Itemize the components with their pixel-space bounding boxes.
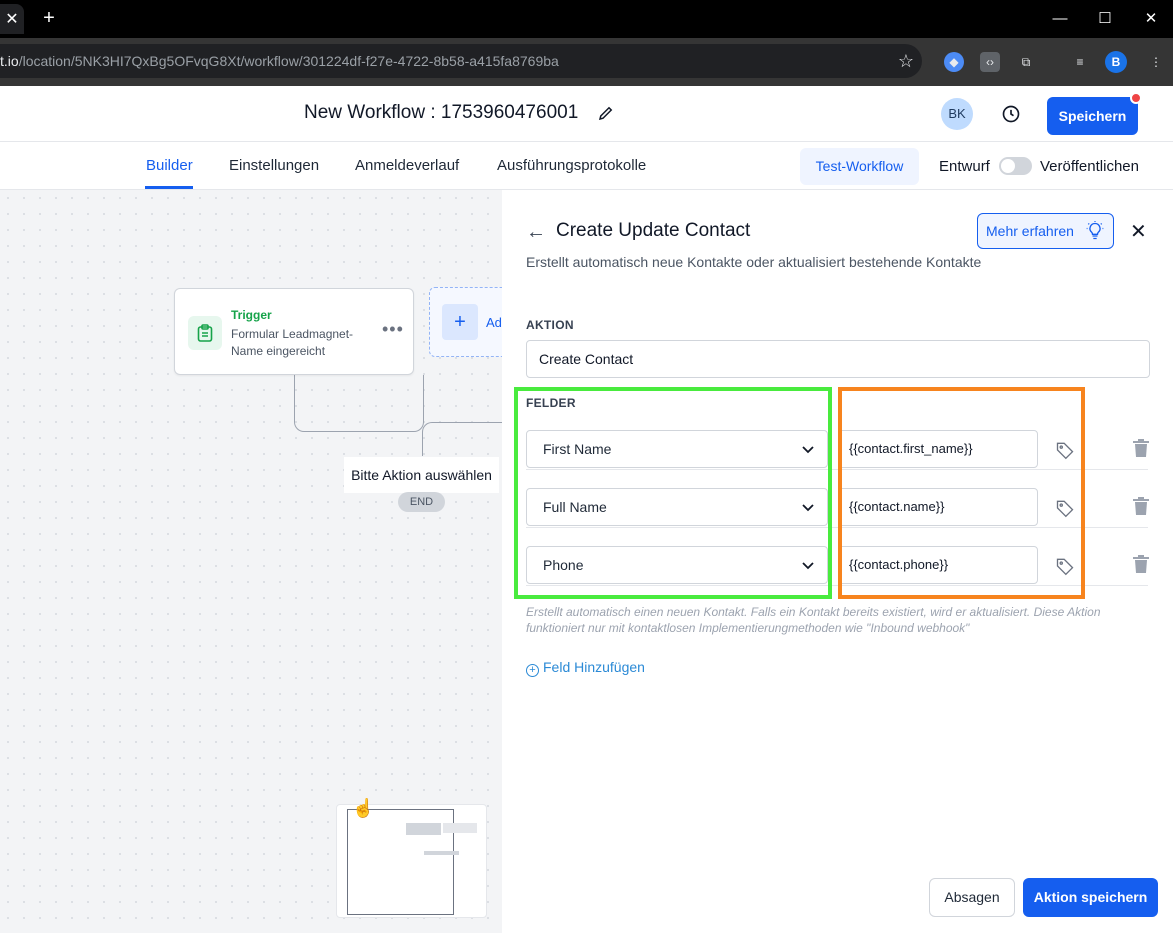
add-trigger-label: Ad bbox=[486, 315, 502, 330]
app-header: New Workflow : 1753960476001 BK Speicher… bbox=[0, 86, 1173, 142]
code-extension-icon[interactable]: ‹› bbox=[980, 52, 1000, 72]
window-close-icon[interactable]: ✕ bbox=[1140, 8, 1162, 30]
minimap-node bbox=[406, 823, 441, 835]
cancel-button[interactable]: Absagen bbox=[929, 878, 1015, 917]
browser-titlebar: ✕ + — ☐ ✕ bbox=[0, 0, 1173, 38]
tab-enrollment-history[interactable]: Anmeldeverlauf bbox=[355, 157, 459, 174]
tab-execution-logs[interactable]: Ausführungsprotokolle bbox=[497, 157, 646, 174]
url-field[interactable]: t.io/location/5NK3HI7QxBg5OFvqG8Xt/workf… bbox=[0, 44, 922, 78]
back-arrow-icon[interactable]: ← bbox=[526, 221, 546, 244]
bookmark-star-icon[interactable]: ☆ bbox=[898, 44, 914, 78]
close-icon[interactable]: ✕ bbox=[1130, 219, 1147, 244]
tabs-bar: Builder Einstellungen Anmeldeverlauf Aus… bbox=[0, 142, 1173, 190]
minimap-node bbox=[443, 823, 477, 833]
trigger-label: Trigger bbox=[231, 308, 272, 322]
test-workflow-button[interactable]: Test-Workflow bbox=[800, 148, 919, 185]
select-action-node[interactable]: Bitte Aktion auswählen bbox=[344, 457, 499, 493]
active-tab-indicator bbox=[145, 186, 193, 189]
profile-avatar[interactable]: B bbox=[1105, 51, 1127, 73]
action-label: AKTION bbox=[526, 318, 574, 332]
panel-title: Create Update Contact bbox=[556, 220, 751, 241]
more-options-icon[interactable]: ••• bbox=[382, 319, 404, 340]
trash-icon[interactable] bbox=[1132, 438, 1150, 458]
publish-toggle[interactable] bbox=[999, 157, 1032, 175]
notification-dot bbox=[1130, 92, 1142, 104]
add-field-label: Feld Hinzufügen bbox=[543, 659, 645, 675]
tab-builder[interactable]: Builder bbox=[146, 157, 193, 174]
workflow-canvas[interactable]: Trigger Formular Leadmagnet-Name eingere… bbox=[0, 190, 519, 933]
action-select[interactable]: Create Contact bbox=[526, 340, 1150, 378]
trash-icon[interactable] bbox=[1132, 496, 1150, 516]
end-badge: END bbox=[398, 492, 445, 512]
tab-close-icon[interactable]: ✕ bbox=[0, 4, 24, 34]
extension-icon[interactable]: ◆ bbox=[944, 52, 964, 72]
tab-settings[interactable]: Einstellungen bbox=[229, 157, 319, 174]
minimap-node bbox=[424, 851, 459, 855]
save-button[interactable]: Speichern bbox=[1047, 97, 1138, 135]
media-icon[interactable]: ≡ bbox=[1070, 52, 1090, 72]
minimap[interactable] bbox=[336, 804, 487, 918]
connector-line bbox=[422, 422, 502, 456]
plus-circle-icon: + bbox=[526, 664, 539, 677]
avatar[interactable]: BK bbox=[941, 98, 973, 130]
history-icon[interactable] bbox=[1001, 104, 1021, 124]
pencil-icon[interactable] bbox=[597, 104, 615, 122]
address-bar-area: t.io/location/5NK3HI7QxBg5OFvqG8Xt/workf… bbox=[0, 38, 1173, 86]
trigger-description: Formular Leadmagnet-Name eingereicht bbox=[231, 327, 354, 358]
learn-more-button[interactable]: Mehr erfahren bbox=[977, 213, 1114, 249]
url-host: t.io bbox=[0, 53, 19, 69]
clipboard-icon bbox=[188, 316, 222, 350]
trigger-node[interactable]: Trigger Formular Leadmagnet-Name eingere… bbox=[174, 288, 414, 375]
panel-subtitle: Erstellt automatisch neue Kontakte oder … bbox=[526, 254, 982, 270]
plus-icon: + bbox=[442, 304, 478, 340]
field-names-highlight bbox=[514, 387, 832, 599]
minimize-icon[interactable]: — bbox=[1049, 8, 1071, 30]
lightbulb-icon bbox=[1086, 221, 1104, 240]
puzzle-icon[interactable]: ⧉ bbox=[1016, 52, 1036, 72]
hint-text: Erstellt automatisch einen neuen Kontakt… bbox=[526, 605, 1101, 635]
connector-line bbox=[294, 375, 424, 432]
add-field-button[interactable]: + Feld Hinzufügen bbox=[526, 659, 645, 677]
save-action-button[interactable]: Aktion speichern bbox=[1023, 878, 1158, 917]
hand-cursor-icon: ☝ bbox=[352, 798, 375, 818]
url-path: /location/5NK3HI7QxBg5OFvqG8Xt/workflow/… bbox=[18, 53, 559, 69]
workflow-title: New Workflow : 1753960476001 bbox=[304, 102, 579, 123]
learn-more-label: Mehr erfahren bbox=[986, 223, 1074, 239]
browser-menu-icon[interactable]: ⋮ bbox=[1146, 52, 1166, 72]
maximize-icon[interactable]: ☐ bbox=[1094, 8, 1116, 30]
publish-label: Veröffentlichen bbox=[1040, 158, 1139, 175]
draft-label: Entwurf bbox=[939, 158, 990, 175]
new-tab-button[interactable]: + bbox=[38, 7, 60, 29]
trash-icon[interactable] bbox=[1132, 554, 1150, 574]
action-panel: ← Create Update Contact Erstellt automat… bbox=[502, 190, 1173, 933]
field-values-highlight bbox=[838, 387, 1085, 599]
